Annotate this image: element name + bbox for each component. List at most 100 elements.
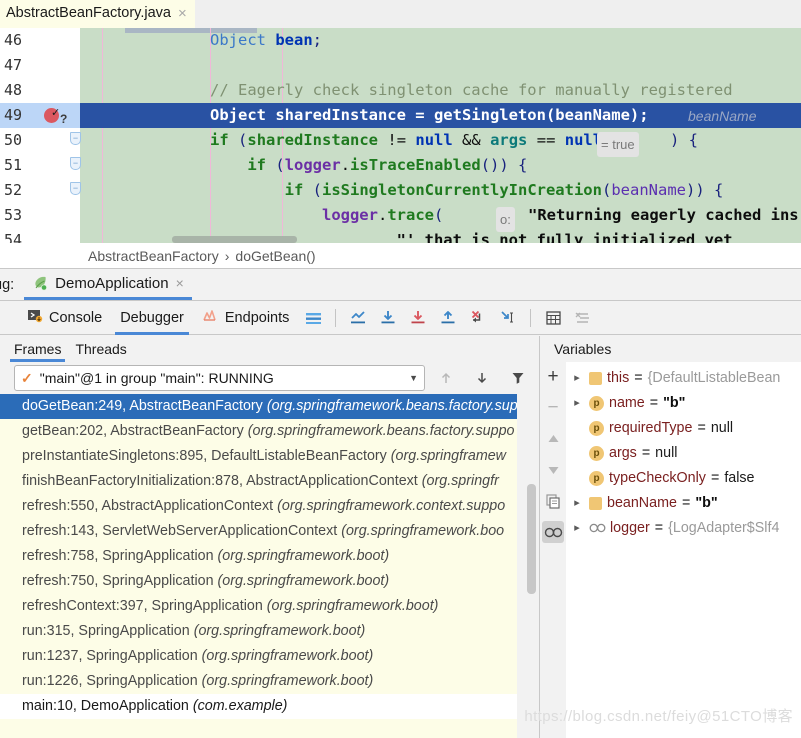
line-number: 47 (4, 56, 23, 74)
stack-frame-package: (org.springframework.boot) (193, 623, 366, 639)
arrow-up-icon[interactable] (431, 364, 461, 392)
code-line-249-current[interactable]: Object sharedInstance = getSingleton(bea… (80, 103, 801, 128)
stack-frame-method: finishBeanFactoryInitialization:878, Abs… (22, 473, 418, 489)
step-into-icon[interactable] (403, 304, 433, 332)
mute-breakpoints-icon[interactable] (568, 304, 598, 332)
console-icon (27, 308, 43, 328)
stack-frame-package: (org.springframework.boo (341, 523, 505, 539)
chevron-right-icon[interactable]: ▸ (570, 391, 584, 416)
stack-frame-row[interactable]: preInstantiateSingletons:895, DefaultLis… (0, 444, 517, 469)
tab-frames[interactable]: Frames (9, 336, 66, 362)
tab-threads[interactable]: Threads (75, 336, 126, 362)
code-fold-icon[interactable]: − (70, 157, 81, 170)
breadcrumb-method[interactable]: doGetBean() (235, 248, 315, 264)
code-line-250[interactable]: if (sharedInstance != null && args == nu… (80, 128, 801, 157)
close-icon[interactable]: × (178, 6, 187, 21)
stack-frame-package: (org.springfr (421, 473, 499, 489)
stack-frame-method: doGetBean:249, AbstractBeanFactory (22, 398, 263, 414)
stack-frame-method: run:315, SpringApplication (22, 623, 190, 639)
code-area[interactable]: Object bean; // Eagerly check singleton … (80, 28, 801, 243)
tab-endpoints[interactable]: Endpoints (193, 301, 299, 335)
step-over-icon[interactable] (373, 304, 403, 332)
variable-row[interactable]: ▸ logger = {LogAdapter$Slf4 (566, 516, 801, 541)
code-editor[interactable]: Object bean; // Eagerly check singleton … (0, 28, 801, 243)
add-watch-icon[interactable]: + (542, 366, 564, 388)
stack-frame-row[interactable]: run:1237, SpringApplication (org.springf… (0, 644, 517, 669)
run-to-cursor-icon[interactable] (493, 304, 523, 332)
stack-frame-row[interactable]: run:315, SpringApplication (org.springfr… (0, 619, 517, 644)
breadcrumb[interactable]: AbstractBeanFactory › doGetBean() (0, 243, 801, 268)
force-step-into-icon[interactable] (463, 304, 493, 332)
evaluate-expression-icon[interactable] (538, 304, 568, 332)
stack-frame-row[interactable]: refresh:758, SpringApplication (org.spri… (0, 544, 517, 569)
variable-row[interactable]: p requiredType = null (566, 416, 801, 441)
stack-frame-package: (org.springframework.boot) (201, 648, 374, 664)
toolbar-divider (530, 308, 532, 327)
variable-value: null (655, 445, 678, 461)
move-down-icon[interactable] (542, 459, 564, 481)
step-out-icon[interactable] (433, 304, 463, 332)
editor-gutter[interactable]: 46 47 48 49 50 51 52 53 54 ✓ ? − − − (0, 28, 81, 243)
frames-scrollbar-thumb[interactable] (527, 484, 536, 594)
thread-selector[interactable]: ✓ "main"@1 in group "main": RUNNING ▼ (14, 365, 425, 391)
variable-equals: = (649, 395, 659, 411)
breadcrumb-class[interactable]: AbstractBeanFactory (88, 248, 219, 264)
variable-row[interactable]: ▸ beanName = "b" (566, 491, 801, 516)
code-line-251[interactable]: if (logger.isTraceEnabled()) { (80, 153, 801, 178)
stack-frame-row[interactable]: refresh:143, ServletWebServerApplication… (0, 519, 517, 544)
editor-tab-abstractbeanfactory[interactable]: AbstractBeanFactory.java × (0, 0, 195, 28)
chevron-down-icon[interactable]: ▼ (409, 373, 418, 383)
tab-console[interactable]: Console (18, 301, 111, 335)
code-fold-icon[interactable]: − (70, 132, 81, 145)
line-number: 48 (4, 81, 23, 99)
stack-frame-package: (org.springframework.boot) (201, 673, 374, 689)
filter-icon[interactable] (503, 364, 533, 392)
show-execution-point-icon[interactable] (343, 304, 373, 332)
variable-row[interactable]: p args = null (566, 441, 801, 466)
stack-frame-row[interactable]: run:1226, SpringApplication (org.springf… (0, 669, 517, 694)
code-fold-icon[interactable]: − (70, 182, 81, 195)
variable-row[interactable]: p typeCheckOnly = false (566, 466, 801, 491)
stack-frame-row[interactable]: refreshContext:397, SpringApplication (o… (0, 594, 517, 619)
stack-frame-method: refresh:758, SpringApplication (22, 548, 214, 564)
check-icon: ✓ (21, 369, 33, 386)
editor-horizontal-scrollbar[interactable] (172, 236, 297, 243)
ide-window: AbstractBeanFactory.java × Object bean; … (0, 0, 801, 738)
tab-debugger[interactable]: Debugger (111, 301, 193, 335)
close-icon[interactable]: × (176, 275, 184, 291)
code-line-252[interactable]: if (isSingletonCurrentlyInCreation(beanN… (80, 178, 801, 203)
stack-frame-row[interactable]: refresh:750, SpringApplication (org.spri… (0, 569, 517, 594)
code-line-246[interactable]: Object bean; (80, 28, 801, 53)
line-number: 50 (4, 131, 23, 149)
debug-configuration-tab[interactable]: DemoApplication × (24, 269, 192, 300)
stack-frame-package: (com.example) (192, 698, 288, 714)
stack-frame-row[interactable]: main:10, DemoApplication (com.example) (0, 694, 517, 719)
chevron-right-icon[interactable]: ▸ (570, 516, 584, 541)
debug-header: ug: DemoApplication × (0, 269, 801, 301)
code-line-248[interactable]: // Eagerly check singleton cache for man… (80, 78, 801, 103)
object-icon (589, 497, 602, 510)
stack-frame-method: getBean:202, AbstractBeanFactory (22, 423, 244, 439)
code-line-253[interactable]: logger.trace( o: "Returning eagerly cach… (80, 203, 801, 232)
layout-settings-icon[interactable] (298, 304, 328, 332)
move-up-icon[interactable] (542, 428, 564, 450)
stack-frame-row[interactable]: refresh:550, AbstractApplicationContext … (0, 494, 517, 519)
copy-icon[interactable] (542, 490, 564, 512)
remove-watch-icon[interactable]: − (542, 397, 564, 419)
breadcrumb-separator: › (224, 247, 230, 264)
variable-row[interactable]: ▸ this = {DefaultListableBean (566, 366, 801, 391)
chevron-right-icon[interactable]: ▸ (570, 366, 584, 391)
frames-scrollbar[interactable] (517, 394, 539, 738)
stack-frame-row[interactable]: doGetBean:249, AbstractBeanFactory (org.… (0, 394, 517, 419)
param-icon: p (589, 421, 604, 436)
call-stack-list[interactable]: doGetBean:249, AbstractBeanFactory (org.… (0, 394, 517, 738)
code-line-247[interactable] (80, 53, 801, 78)
watches-icon[interactable] (542, 521, 564, 543)
arrow-down-icon[interactable] (467, 364, 497, 392)
variable-row[interactable]: ▸ p name = "b" (566, 391, 801, 416)
variables-list[interactable]: ▸ this = {DefaultListableBean ▸ p name =… (566, 362, 801, 738)
chevron-right-icon[interactable]: ▸ (570, 491, 584, 516)
stack-frame-row[interactable]: finishBeanFactoryInitialization:878, Abs… (0, 469, 517, 494)
stack-frame-row[interactable]: getBean:202, AbstractBeanFactory (org.sp… (0, 419, 517, 444)
variable-name: requiredType (609, 420, 693, 436)
